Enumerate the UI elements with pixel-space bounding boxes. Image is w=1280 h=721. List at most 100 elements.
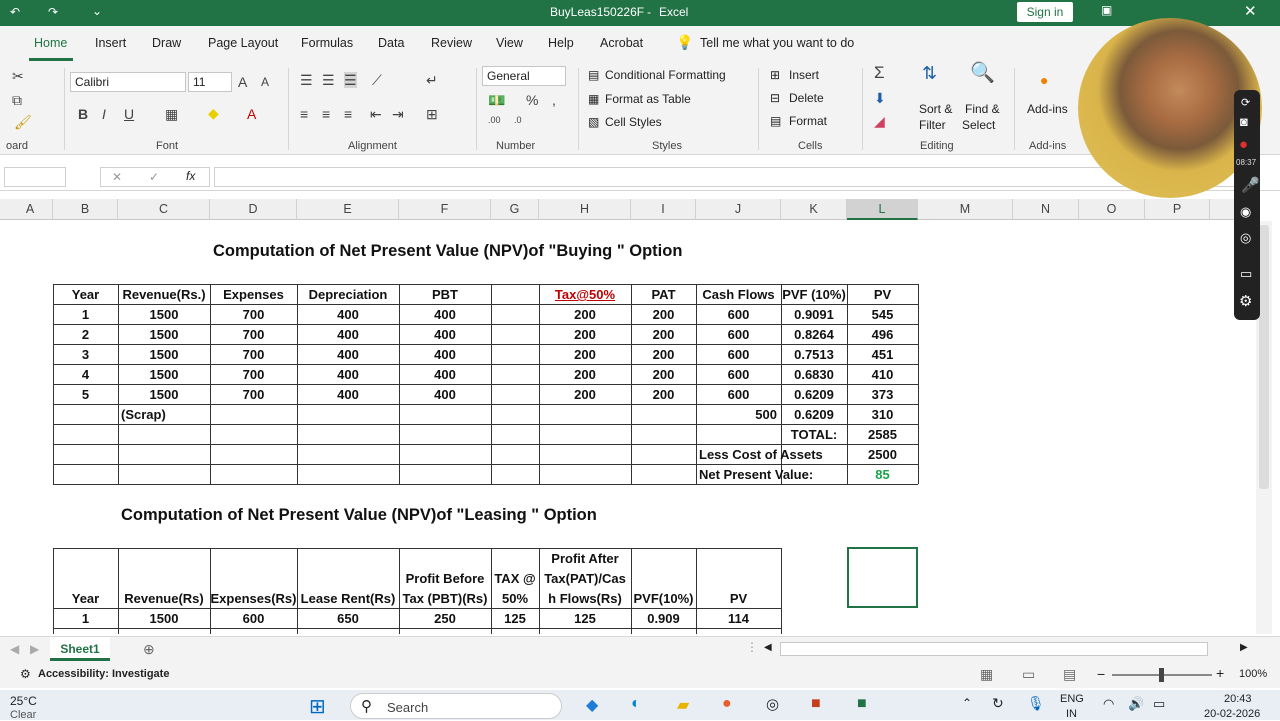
buy-cell[interactable]: 451 xyxy=(847,347,918,362)
battery-icon[interactable]: ▭ xyxy=(1153,696,1165,712)
buy-cell[interactable]: 700 xyxy=(210,347,297,362)
mic-icon[interactable]: 🎙 xyxy=(1027,695,1045,712)
accessibility-status[interactable]: Accessibility: Investigate xyxy=(38,668,169,680)
currency-icon[interactable]: 💵 xyxy=(488,92,505,108)
col-header-k[interactable]: K xyxy=(781,199,847,220)
sheet-tab-sheet1[interactable]: Sheet1 xyxy=(50,637,110,661)
buy-cell[interactable]: 400 xyxy=(297,347,399,362)
addins-button[interactable]: Add-ins xyxy=(1027,102,1068,116)
copy-icon[interactable]: ⧉ xyxy=(12,92,22,108)
lease-header-pbt-2[interactable]: Tax (PBT)(Rs) xyxy=(399,591,491,606)
increase-decimal-icon[interactable]: .00 xyxy=(488,112,501,128)
col-header-o[interactable]: O xyxy=(1079,199,1145,220)
lease-header-year[interactable]: Year xyxy=(53,591,118,606)
orientation-icon[interactable]: ⟋ xyxy=(372,72,382,88)
lease-cell[interactable]: 114 xyxy=(696,611,781,626)
buy-cell[interactable]: 0.6209 xyxy=(781,387,847,402)
tray-expand-icon[interactable]: ⌃ xyxy=(962,696,972,710)
lease-cell[interactable]: 125 xyxy=(491,611,539,626)
col-header-l[interactable]: L xyxy=(847,199,918,220)
buy-header-4[interactable]: PBT xyxy=(399,287,491,302)
buy-cell[interactable]: 400 xyxy=(399,387,491,402)
align-middle-icon[interactable]: ☰ xyxy=(322,72,335,88)
buy-cell[interactable]: 400 xyxy=(297,307,399,322)
next-sheet-icon[interactable]: ▶ xyxy=(30,642,39,656)
lease-header-tax-1[interactable]: TAX @ xyxy=(491,571,539,586)
windows-start-icon[interactable]: ⊞ xyxy=(309,694,326,719)
increase-indent-icon[interactable]: ⇥ xyxy=(392,106,404,122)
col-header-a[interactable]: A xyxy=(8,199,53,220)
hscroll-right-icon[interactable]: ▶ xyxy=(1240,642,1248,653)
buy-cell[interactable]: 1500 xyxy=(118,387,210,402)
enter-icon[interactable]: ✓ xyxy=(149,170,159,184)
buy-cell[interactable]: 1500 xyxy=(118,307,210,322)
zoom-out-icon[interactable]: − xyxy=(1097,666,1105,682)
lease-header-tax-2[interactable]: 50% xyxy=(491,591,539,606)
undo-icon[interactable]: ↶ xyxy=(10,5,20,19)
buy-cell[interactable]: 700 xyxy=(210,367,297,382)
shrink-font-icon[interactable]: A xyxy=(261,74,269,90)
buy-cell[interactable]: 400 xyxy=(297,387,399,402)
buy-cell[interactable]: 4 xyxy=(53,367,118,382)
lease-cell[interactable]: 250 xyxy=(399,611,491,626)
buy-header-6[interactable]: Tax@50% xyxy=(539,287,631,302)
buy-cell[interactable]: 0.8264 xyxy=(781,327,847,342)
close-icon[interactable]: ✕ xyxy=(1244,2,1257,20)
sync-icon[interactable]: ↻ xyxy=(992,695,1004,712)
col-header-e[interactable]: E xyxy=(297,199,399,220)
lease-header-expenses[interactable]: Expenses(Rs) xyxy=(210,591,297,606)
buy-cell[interactable]: 0.9091 xyxy=(781,307,847,322)
copilot-icon[interactable]: ◆ xyxy=(586,695,598,715)
buy-cell[interactable]: 1 xyxy=(53,307,118,322)
tab-help[interactable]: Help xyxy=(548,36,574,50)
buy-cell[interactable]: 1500 xyxy=(118,347,210,362)
insert-function-icon[interactable]: fx xyxy=(186,169,195,183)
bold-icon[interactable]: B xyxy=(78,106,88,122)
zoom-level[interactable]: 100% xyxy=(1239,668,1267,680)
buy-header-10[interactable]: PV xyxy=(847,287,918,302)
formula-input[interactable] xyxy=(214,167,1254,187)
scrap-label[interactable]: (Scrap) xyxy=(118,407,210,422)
buy-cell[interactable]: 200 xyxy=(631,387,696,402)
lease-header-pat-1[interactable]: Profit After xyxy=(539,551,631,566)
firefox-icon[interactable]: ● xyxy=(722,695,732,713)
camera-snapshot-icon[interactable]: ◙ xyxy=(1240,114,1248,129)
lease-header-revenue[interactable]: Revenue(Rs) xyxy=(118,591,210,606)
buy-cell[interactable]: 700 xyxy=(210,327,297,342)
total-label[interactable]: TOTAL: xyxy=(781,427,847,442)
buy-cell[interactable]: 700 xyxy=(210,307,297,322)
align-bottom-icon[interactable]: ☰ xyxy=(344,72,357,88)
weather-temp[interactable]: 25°C xyxy=(10,694,37,708)
buy-cell[interactable]: 1500 xyxy=(118,367,210,382)
signin-button[interactable]: Sign in xyxy=(1017,2,1073,22)
powerpoint-icon[interactable]: ■ xyxy=(811,695,821,713)
buy-cell[interactable]: 2 xyxy=(53,327,118,342)
buy-cell[interactable]: 400 xyxy=(297,367,399,382)
normal-view-icon[interactable]: ▦ xyxy=(980,666,993,683)
delete-cells-button[interactable]: Delete xyxy=(789,91,824,105)
tab-home[interactable]: Home xyxy=(34,36,67,50)
col-header-b[interactable]: B xyxy=(53,199,118,220)
align-center-icon[interactable]: ≡ xyxy=(322,106,330,122)
cancel-icon[interactable]: ✕ xyxy=(112,170,122,184)
buy-cell[interactable]: 200 xyxy=(539,367,631,382)
borders-icon[interactable]: ▦ xyxy=(165,106,178,122)
buy-cell[interactable]: 400 xyxy=(399,347,491,362)
italic-icon[interactable]: I xyxy=(102,106,106,122)
font-name-select[interactable]: Calibri xyxy=(70,72,186,92)
prev-sheet-icon[interactable]: ◀ xyxy=(10,642,19,656)
horizontal-scrollbar[interactable] xyxy=(780,642,1208,656)
add-sheet-icon[interactable]: ⊕ xyxy=(143,641,155,658)
buy-header-1[interactable]: Revenue(Rs.) xyxy=(118,287,210,302)
grow-font-icon[interactable]: A xyxy=(238,74,247,90)
npv-value[interactable]: 85 xyxy=(847,467,918,482)
col-header-p[interactable]: P xyxy=(1145,199,1210,220)
buy-cell[interactable]: 5 xyxy=(53,387,118,402)
buy-header-2[interactable]: Expenses xyxy=(210,287,297,302)
align-left-icon[interactable]: ≡ xyxy=(300,106,308,122)
less-cost-value[interactable]: 2500 xyxy=(847,447,918,462)
split-handle-icon[interactable]: ⋮ xyxy=(746,640,758,654)
tab-acrobat[interactable]: Acrobat xyxy=(600,36,643,50)
buy-cell[interactable]: 600 xyxy=(696,347,781,362)
clear-icon[interactable]: ◢ xyxy=(874,113,885,129)
